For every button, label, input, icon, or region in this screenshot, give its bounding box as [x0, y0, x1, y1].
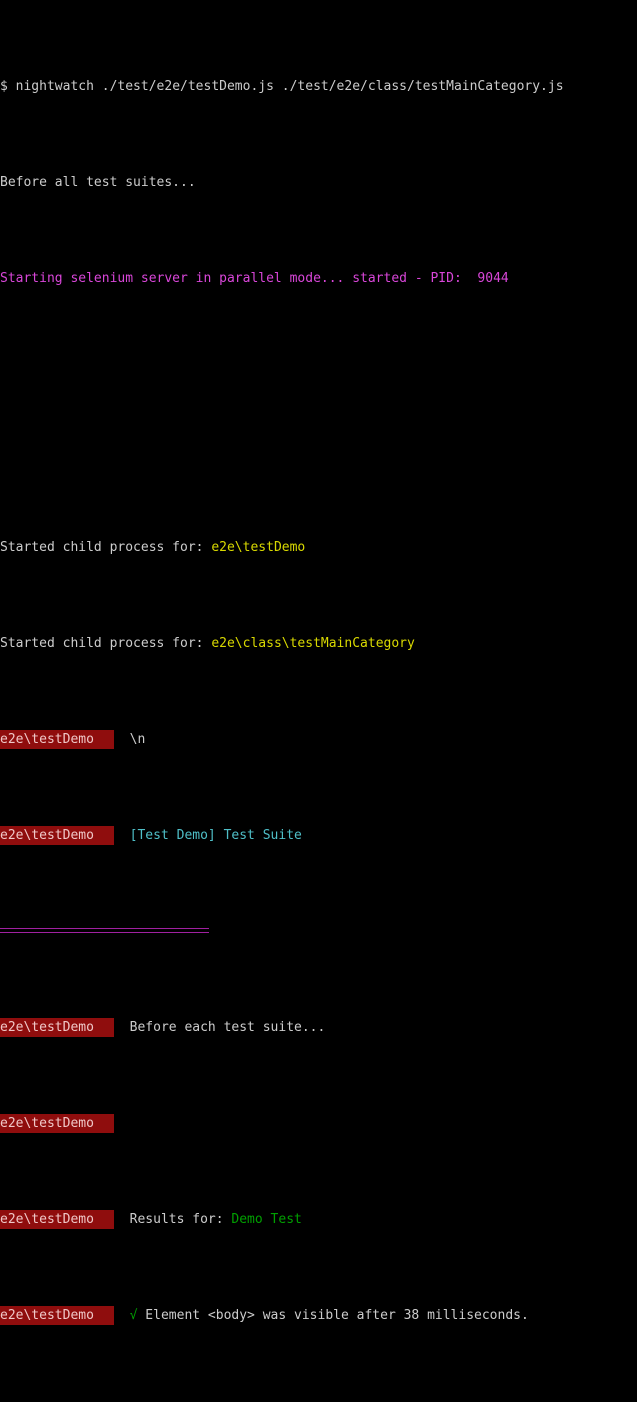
demo-suite-title: [Test Demo] Test Suite: [130, 828, 302, 843]
suite-badge-demo: e2e\testDemo: [0, 826, 114, 845]
shell-prompt: $: [0, 79, 16, 94]
gap: [114, 1020, 130, 1035]
before-all-text: Before all test suites...: [0, 175, 196, 190]
selenium-start-line: Starting selenium server in parallel mod…: [0, 269, 637, 288]
child-process-label: Started child process for:: [0, 540, 211, 555]
demo-assertion-1-line: e2e\testDemo √ Element <body> was visibl…: [0, 1306, 637, 1325]
results-label: Results for:: [130, 1212, 232, 1227]
child-process-label: Started child process for:: [0, 636, 211, 651]
terminal-output[interactable]: $ nightwatch ./test/e2e/testDemo.js ./te…: [0, 0, 637, 701]
gap: [114, 828, 130, 843]
blank-line: [0, 365, 637, 384]
child-process-main-line: Started child process for: e2e\class\tes…: [0, 634, 637, 653]
demo-before-each-text: Before each test suite...: [130, 1020, 326, 1035]
demo-suite-title-line: e2e\testDemo [Test Demo] Test Suite: [0, 826, 637, 845]
suite-separator-demo: [0, 922, 637, 941]
command-line: $ nightwatch ./test/e2e/testDemo.js ./te…: [0, 77, 637, 96]
gap: [114, 1212, 130, 1227]
demo-newline-line: e2e\testDemo \n: [0, 730, 637, 749]
gap: [114, 1308, 130, 1323]
demo-assertion-1-text: Element <body> was visible after 38 mill…: [137, 1308, 528, 1323]
suite-badge-demo: e2e\testDemo: [0, 1018, 114, 1037]
suite-badge-demo: e2e\testDemo: [0, 730, 114, 749]
suite-badge-demo: e2e\testDemo: [0, 1306, 114, 1325]
newline-literal-text: \n: [130, 732, 146, 747]
suite-badge-demo: e2e\testDemo: [0, 1210, 114, 1229]
child-process-main-name: e2e\class\testMainCategory: [211, 636, 415, 651]
selenium-start-text: Starting selenium server in parallel mod…: [0, 271, 509, 286]
before-all-line: Before all test suites...: [0, 173, 637, 192]
child-process-demo-name: e2e\testDemo: [211, 540, 305, 555]
check-icon: √: [130, 1308, 138, 1323]
command-text: nightwatch ./test/e2e/testDemo.js ./test…: [16, 79, 564, 94]
demo-before-each-line: e2e\testDemo Before each test suite...: [0, 1018, 637, 1037]
demo-spacer-line: e2e\testDemo: [0, 1114, 637, 1133]
newline-literal: [114, 732, 130, 747]
child-process-demo-line: Started child process for: e2e\testDemo: [0, 538, 637, 557]
demo-results-line: e2e\testDemo Results for: Demo Test: [0, 1210, 637, 1229]
blank-line: [0, 442, 637, 461]
demo-results-name: Demo Test: [231, 1212, 301, 1227]
suite-badge-demo: e2e\testDemo: [0, 1114, 114, 1133]
